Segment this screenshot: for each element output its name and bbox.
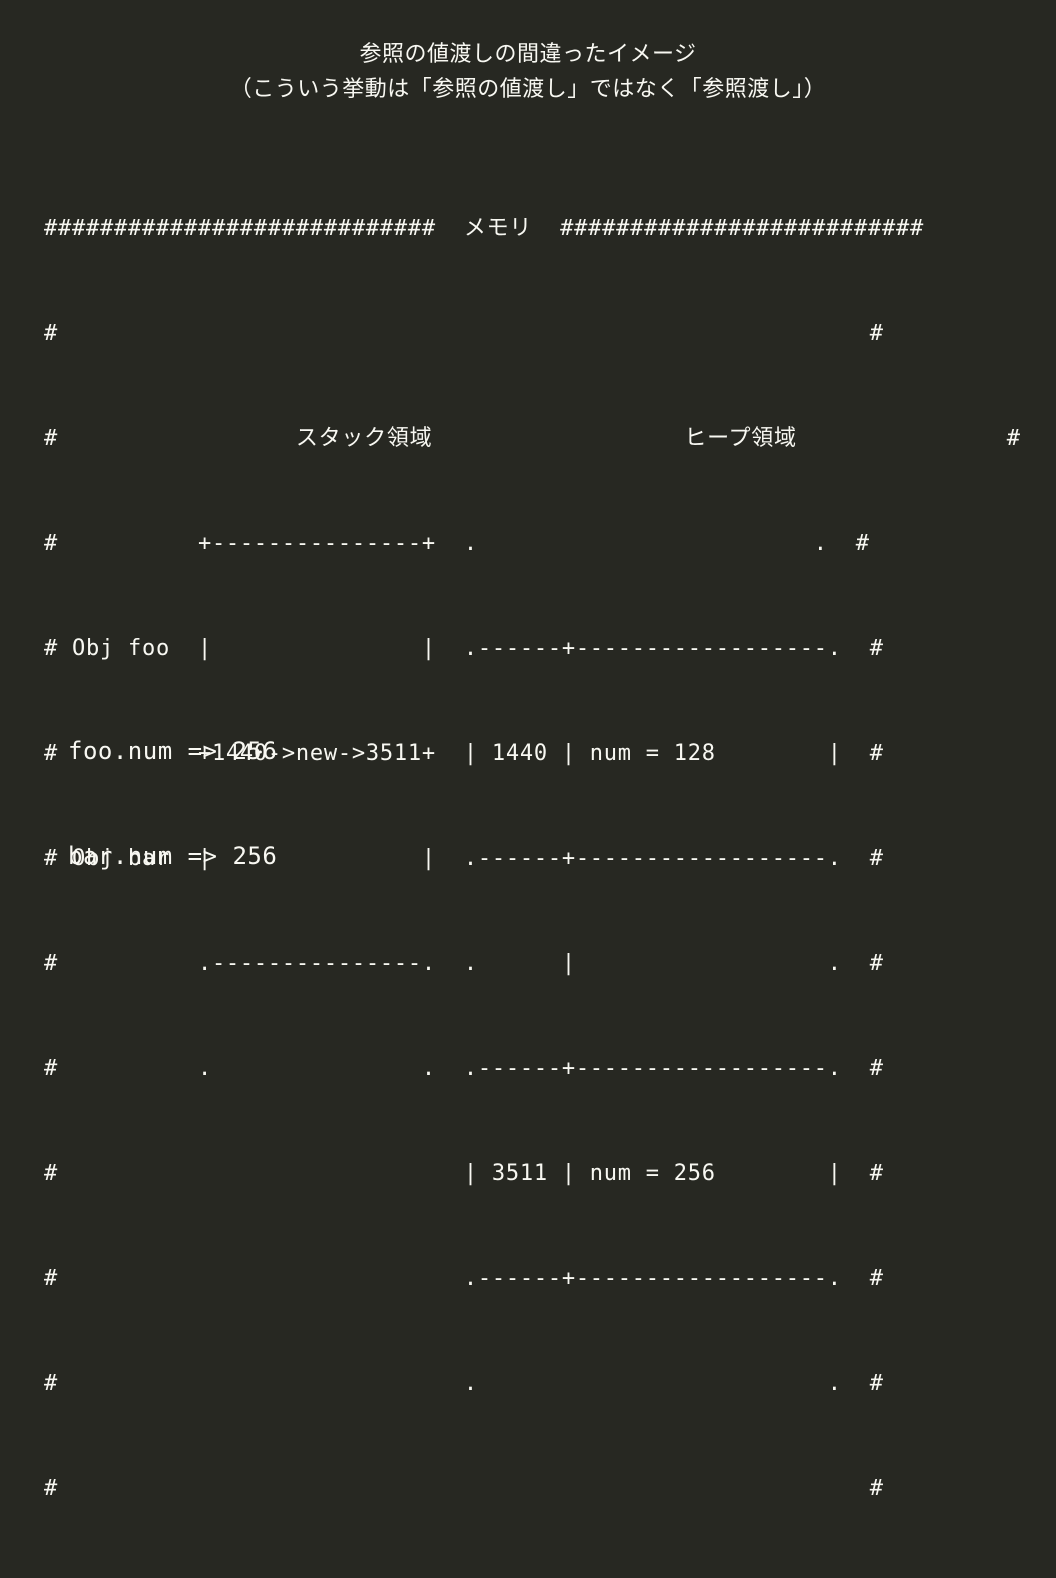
title-line-1: 参照の値渡しの間違ったイメージ	[359, 42, 697, 67]
memory-row: # +---------------+ . . #	[44, 531, 870, 556]
memory-row: # .---------------. . | . #	[44, 951, 884, 976]
output-line-bar: bar.num => 256	[68, 842, 278, 870]
memory-region-labels-row: # スタック領域 ヒープ領域 #	[44, 421, 1021, 456]
heap-region-label: ヒープ領域	[684, 426, 797, 451]
output-line-foo: foo.num => 256	[68, 737, 278, 765]
stack-row-prefix: #	[44, 426, 296, 451]
memory-row-obj-foo: # Obj foo | | .------+------------------…	[44, 636, 884, 661]
heap-row-suffix: #	[796, 426, 1021, 451]
mid-gap	[432, 426, 684, 451]
memory-header-left: ############################	[44, 216, 436, 241]
memory-header-right: ##########################	[546, 216, 925, 241]
memory-row: # . . .------+------------------. #	[44, 1056, 884, 1081]
output-block: foo.num => 256 bar.num => 256	[68, 664, 277, 909]
stack-region-label: スタック領域	[295, 426, 433, 451]
memory-row: # #	[44, 1476, 884, 1501]
title-line-2: （こういう挙動は「参照の値渡し」ではなく「参照渡し」）	[229, 77, 827, 102]
memory-label: メモリ	[463, 216, 533, 241]
memory-header-row: ############################ メモリ #######…	[44, 211, 1021, 246]
memory-row: # .------+------------------. #	[44, 1266, 884, 1291]
memory-row: # . . #	[44, 1371, 884, 1396]
memory-row-blank-top: # #	[44, 321, 884, 346]
memory-footer-row: ########################################…	[44, 1576, 1021, 1578]
memory-row-heap-3511: # | 3511 | num = 256 | #	[44, 1161, 884, 1186]
